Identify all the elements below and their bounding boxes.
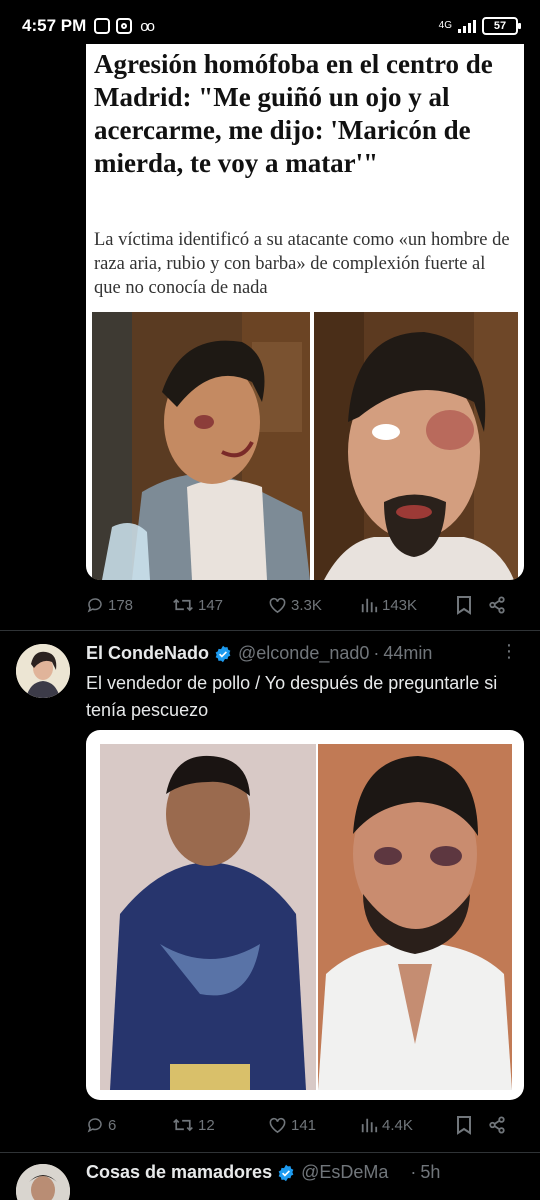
verified-badge-icon [278,1164,294,1181]
more-options-icon[interactable]: ⋮ [500,642,518,660]
like-count: 3.3K [291,596,322,614]
like-count: 141 [291,1116,317,1134]
author-name[interactable]: El CondeNado [86,643,209,664]
author-name[interactable]: Cosas de mamadores [86,1162,272,1183]
victim-photo-left [92,312,310,580]
avatar[interactable] [16,644,70,698]
share-icon [489,1116,505,1134]
reply-count: 6 [108,1116,117,1134]
retweet-button[interactable]: 147 [172,596,268,614]
share-icon [489,596,505,614]
article-subheadline: La víctima identificó a su atacante como… [94,230,510,298]
signal-icon [458,19,476,33]
reply-count: 178 [108,596,134,614]
gallery-icon [94,18,111,34]
retweet-count: 147 [198,596,224,614]
views-count: 4.4K [382,1116,413,1134]
separator-dot: · [410,1162,417,1182]
heart-icon [269,1117,286,1134]
views-button[interactable]: 143K [360,596,456,614]
tweet-media-meme[interactable] [86,730,524,1100]
battery-level: 57 [493,20,507,32]
verified-badge-icon [215,645,231,662]
share-button[interactable] [488,1116,516,1134]
views-icon [361,1118,378,1133]
tweet3-header: Cosas de mamadores @EsDeMa · 5h [86,1162,440,1183]
bookmark-button[interactable] [456,1115,488,1135]
retweet-button[interactable]: 12 [172,1116,268,1134]
avatar[interactable] [16,1164,70,1200]
tweet2-header: El CondeNado @elconde_nad0 · 44min [86,643,432,664]
tweet2-action-bar: 6 12 141 4.4K [86,1110,516,1140]
meme-photo-right [318,744,512,1090]
retweet-icon [173,1118,193,1132]
tweet-divider [0,630,540,631]
tweet-divider [0,1152,540,1153]
reply-button[interactable]: 6 [86,1116,172,1134]
author-handle[interactable]: @EsDeMa [301,1162,388,1183]
reply-icon [87,1118,102,1133]
instagram-icon [116,18,133,34]
tweet1-action-bar: 178 147 3.3K 143K [86,590,516,620]
reply-icon [87,598,102,613]
bookmark-icon [457,1116,471,1135]
like-button[interactable]: 3.3K [268,596,360,614]
bookmark-button[interactable] [456,595,488,615]
victim-photo-right [314,312,518,580]
retweet-count: 12 [198,1116,215,1134]
views-icon [361,598,378,613]
tweet-text: El vendedor de pollo / Yo después de pre… [86,673,498,720]
retweet-icon [173,598,193,612]
reply-button[interactable]: 178 [86,596,172,614]
like-button[interactable]: 141 [268,1116,360,1134]
notification-icons: oo [94,17,155,35]
article-headline: Agresión homófoba en el centro de Madrid… [94,49,493,178]
share-button[interactable] [488,596,516,614]
voicemail-icon: oo [140,17,155,35]
tweet-time[interactable]: 44min [383,643,432,664]
author-handle[interactable]: @elconde_nad0 [238,643,369,664]
bookmark-icon [457,596,471,615]
tweet-media-article[interactable]: Agresión homófoba en el centro de Madrid… [86,44,524,580]
meme-photo-left [100,744,316,1090]
battery-icon: 57 [482,17,521,35]
network-type: 4G [438,20,452,31]
separator-dot: · [373,643,380,663]
tweet-time[interactable]: 5h [420,1162,440,1183]
views-button[interactable]: 4.4K [360,1116,456,1134]
heart-icon [269,597,286,614]
views-count: 143K [382,596,418,614]
status-time: 4:57 PM [22,16,87,35]
